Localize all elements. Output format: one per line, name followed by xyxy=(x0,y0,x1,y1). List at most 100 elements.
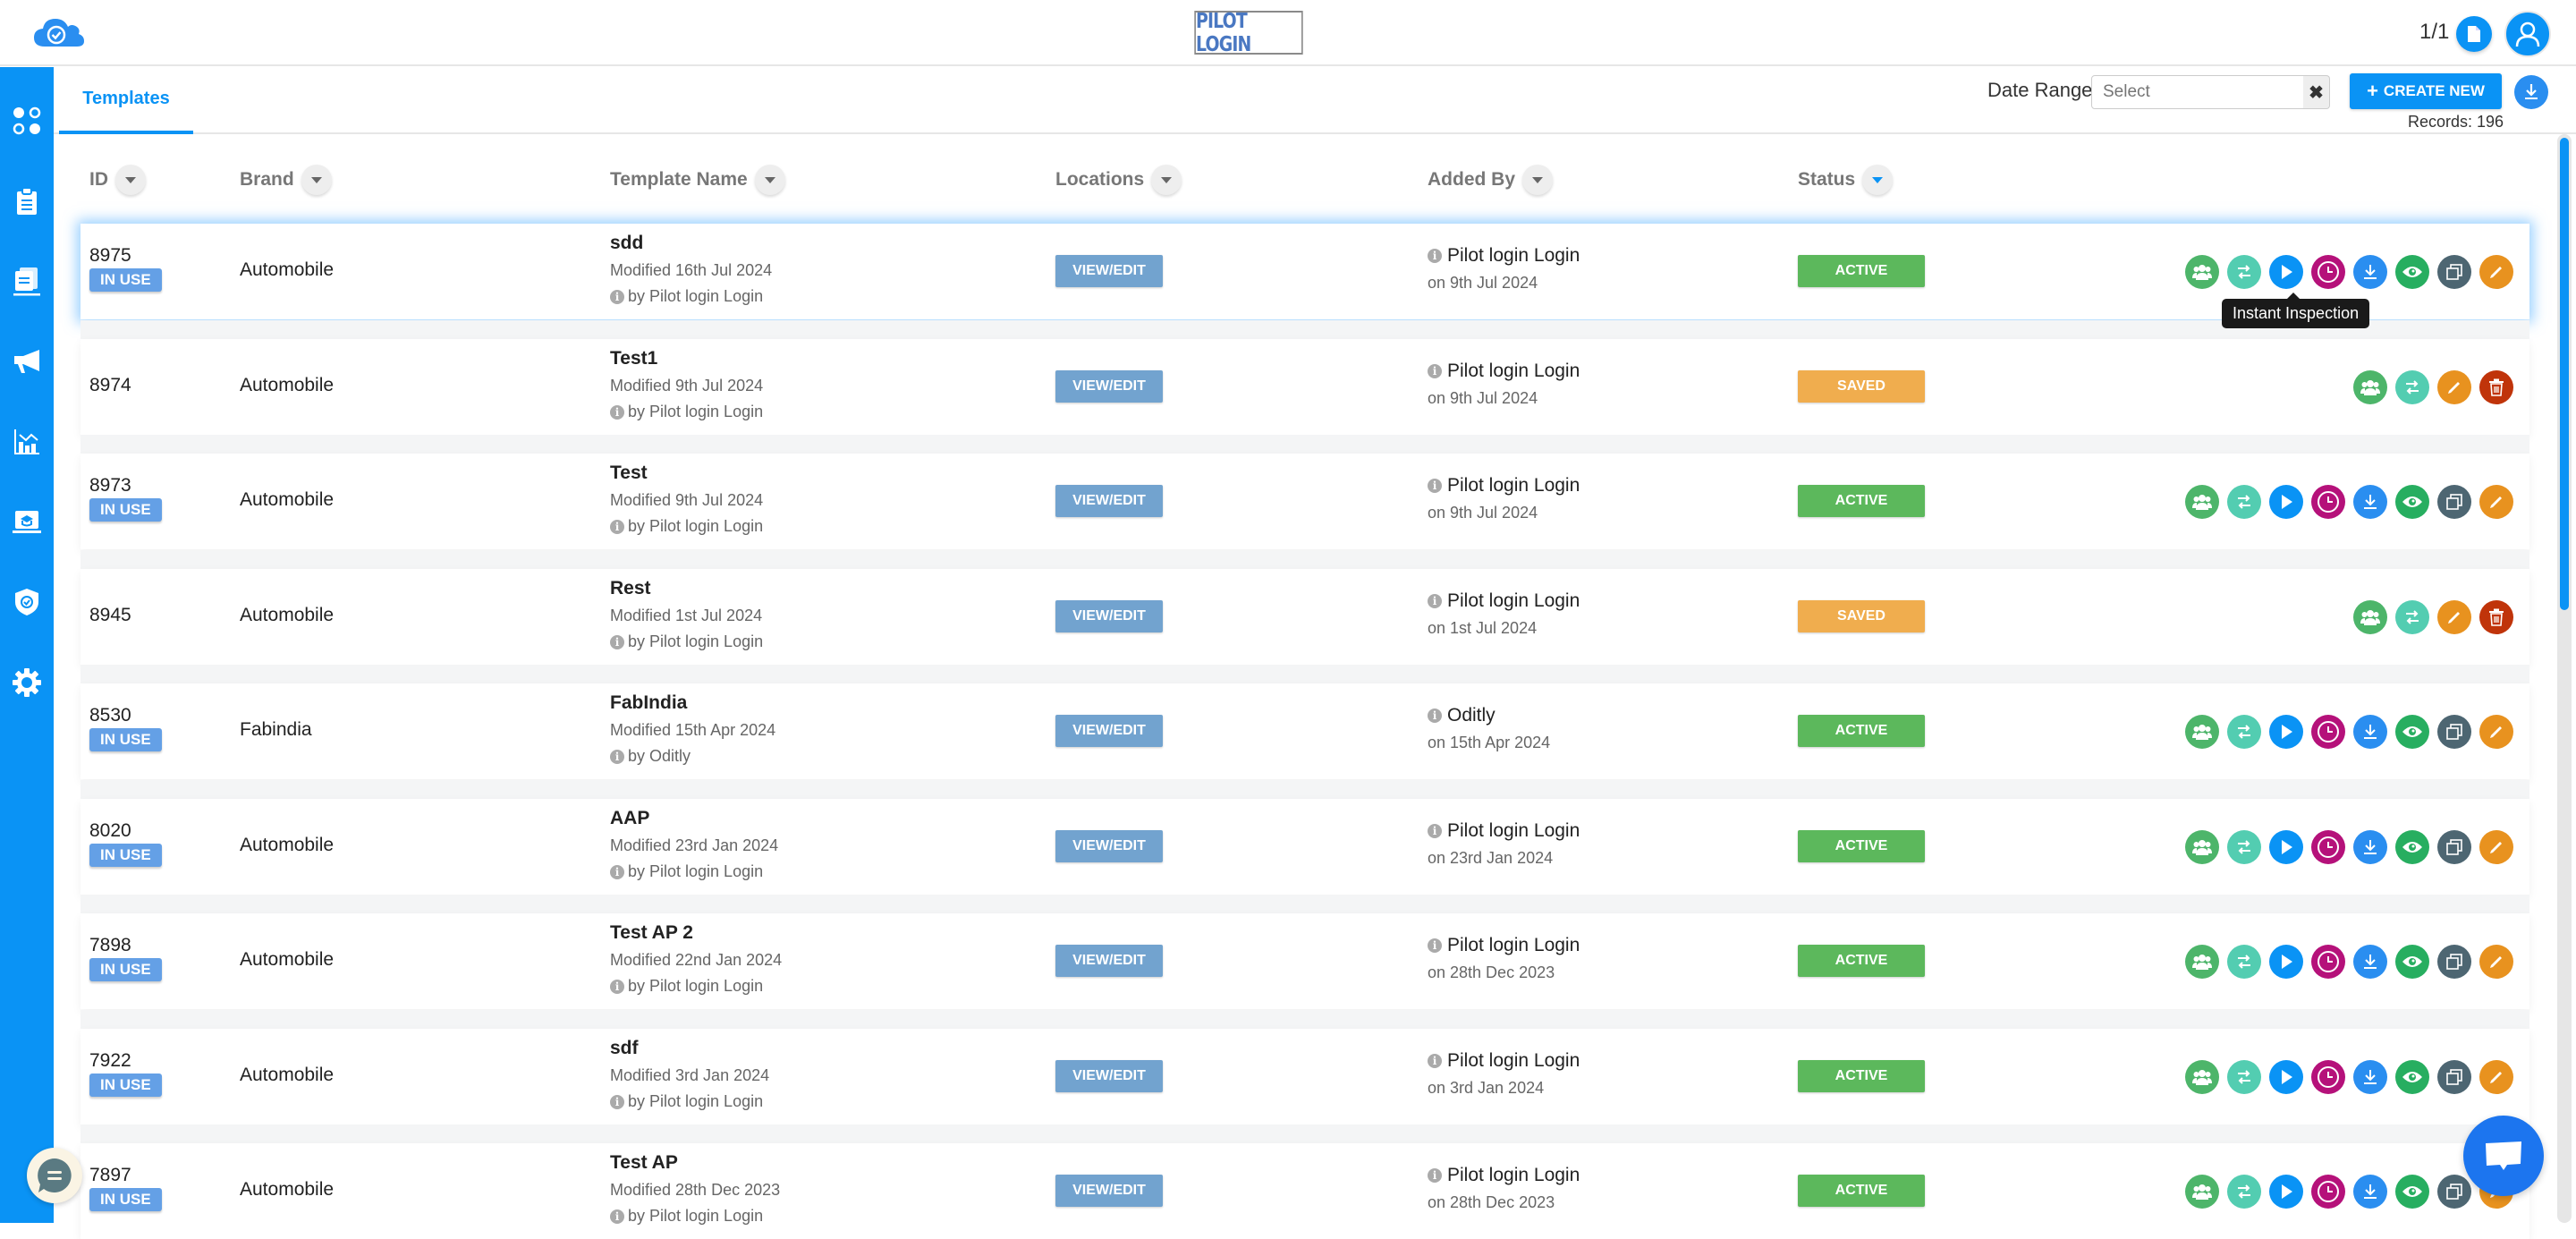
transfer-button[interactable] xyxy=(2227,485,2261,519)
edit-button[interactable] xyxy=(2479,715,2513,749)
instant-inspection-button[interactable] xyxy=(2269,715,2303,749)
sidebar-item-dashboard[interactable] xyxy=(0,94,54,148)
preview-button[interactable] xyxy=(2395,715,2429,749)
view-edit-locations-button[interactable]: VIEW/EDIT xyxy=(1055,255,1163,287)
sort-locations-button[interactable] xyxy=(1151,165,1182,195)
sort-template-name-button[interactable] xyxy=(754,165,785,195)
assign-users-button[interactable] xyxy=(2185,485,2219,519)
info-icon[interactable]: i xyxy=(610,864,624,879)
preview-button[interactable] xyxy=(2395,255,2429,289)
info-icon[interactable]: i xyxy=(1428,824,1442,838)
preview-button[interactable] xyxy=(2395,1060,2429,1094)
assign-users-button[interactable] xyxy=(2353,370,2387,404)
info-icon[interactable]: i xyxy=(610,519,624,534)
table-row[interactable]: 8020 IN USE Automobile AAP Modified 23rd… xyxy=(80,799,2529,895)
sort-id-button[interactable] xyxy=(115,165,146,195)
info-icon[interactable]: i xyxy=(610,979,624,994)
edit-button[interactable] xyxy=(2479,1060,2513,1094)
transfer-button[interactable] xyxy=(2227,945,2261,979)
info-icon[interactable]: i xyxy=(1428,364,1442,378)
duplicate-button[interactable] xyxy=(2437,1060,2471,1094)
preview-button[interactable] xyxy=(2395,945,2429,979)
info-icon[interactable]: i xyxy=(610,1209,624,1224)
transfer-button[interactable] xyxy=(2395,600,2429,634)
instant-inspection-button[interactable] xyxy=(2269,255,2303,289)
sort-brand-button[interactable] xyxy=(301,165,332,195)
info-icon[interactable]: i xyxy=(1428,479,1442,493)
duplicate-button[interactable] xyxy=(2437,715,2471,749)
create-new-button[interactable]: + CREATE NEW xyxy=(2350,73,2502,109)
schedule-button[interactable] xyxy=(2311,1175,2345,1209)
template-name[interactable]: AAP xyxy=(610,808,778,829)
edit-button[interactable] xyxy=(2437,370,2471,404)
sidebar-item-analytics[interactable] xyxy=(0,415,54,469)
transfer-button[interactable] xyxy=(2227,1175,2261,1209)
table-row[interactable]: 8530 IN USE Fabindia FabIndia Modified 1… xyxy=(80,683,2529,779)
edit-button[interactable] xyxy=(2479,255,2513,289)
assign-users-button[interactable] xyxy=(2185,715,2219,749)
duplicate-button[interactable] xyxy=(2437,1175,2471,1209)
transfer-button[interactable] xyxy=(2227,830,2261,864)
table-row[interactable]: 7922 IN USE Automobile sdf Modified 3rd … xyxy=(80,1029,2529,1124)
sidebar-item-clipboard[interactable] xyxy=(0,174,54,228)
table-row[interactable]: 7898 IN USE Automobile Test AP 2 Modifie… xyxy=(80,913,2529,1009)
template-name[interactable]: FabIndia xyxy=(610,692,775,714)
instant-inspection-button[interactable] xyxy=(2269,830,2303,864)
download-button[interactable] xyxy=(2353,830,2387,864)
view-edit-locations-button[interactable]: VIEW/EDIT xyxy=(1055,715,1163,747)
download-button[interactable] xyxy=(2353,945,2387,979)
preview-button[interactable] xyxy=(2395,1175,2429,1209)
download-button[interactable] xyxy=(2353,485,2387,519)
view-edit-locations-button[interactable]: VIEW/EDIT xyxy=(1055,945,1163,977)
edit-button[interactable] xyxy=(2479,830,2513,864)
duplicate-button[interactable] xyxy=(2437,255,2471,289)
view-edit-locations-button[interactable]: VIEW/EDIT xyxy=(1055,370,1163,403)
template-name[interactable]: sdd xyxy=(610,233,772,254)
info-icon[interactable]: i xyxy=(1428,1168,1442,1183)
template-name[interactable]: Test AP xyxy=(610,1152,780,1174)
info-icon[interactable]: i xyxy=(1428,594,1442,608)
template-name[interactable]: Rest xyxy=(610,578,763,599)
table-row[interactable]: 8973 IN USE Automobile Test Modified 9th… xyxy=(80,454,2529,549)
schedule-button[interactable] xyxy=(2311,255,2345,289)
template-name[interactable]: Test1 xyxy=(610,348,763,369)
delete-button[interactable] xyxy=(2479,370,2513,404)
info-icon[interactable]: i xyxy=(1428,938,1442,953)
view-edit-locations-button[interactable]: VIEW/EDIT xyxy=(1055,600,1163,632)
scrollbar-thumb[interactable] xyxy=(2560,138,2569,610)
template-name[interactable]: sdf xyxy=(610,1038,769,1059)
clear-date-button[interactable]: ✖ xyxy=(2303,75,2330,109)
assign-users-button[interactable] xyxy=(2185,830,2219,864)
edit-button[interactable] xyxy=(2479,485,2513,519)
schedule-button[interactable] xyxy=(2311,715,2345,749)
sort-status-button[interactable] xyxy=(1862,165,1894,195)
sidebar-item-templates[interactable] xyxy=(0,254,54,308)
tab-templates[interactable]: Templates xyxy=(59,67,193,134)
transfer-button[interactable] xyxy=(2227,715,2261,749)
sidebar-item-settings[interactable] xyxy=(0,656,54,709)
cloud-check-icon[interactable] xyxy=(32,16,86,50)
transfer-button[interactable] xyxy=(2395,370,2429,404)
duplicate-button[interactable] xyxy=(2437,485,2471,519)
sidebar-item-security[interactable] xyxy=(0,575,54,629)
download-button[interactable] xyxy=(2353,1175,2387,1209)
schedule-button[interactable] xyxy=(2311,1060,2345,1094)
info-icon[interactable]: i xyxy=(1428,709,1442,723)
info-icon[interactable]: i xyxy=(610,404,624,420)
assign-users-button[interactable] xyxy=(2353,600,2387,634)
assign-users-button[interactable] xyxy=(2185,1060,2219,1094)
preview-button[interactable] xyxy=(2395,485,2429,519)
info-icon[interactable]: i xyxy=(610,634,624,649)
transfer-button[interactable] xyxy=(2227,1060,2261,1094)
edit-button[interactable] xyxy=(2479,945,2513,979)
download-button[interactable] xyxy=(2353,715,2387,749)
schedule-button[interactable] xyxy=(2311,945,2345,979)
table-row[interactable]: 8974 Automobile Test1 Modified 9th Jul 2… xyxy=(80,339,2529,435)
sort-added-by-button[interactable] xyxy=(1522,165,1554,195)
table-row[interactable]: 8945 Automobile Rest Modified 1st Jul 20… xyxy=(80,569,2529,665)
duplicate-button[interactable] xyxy=(2437,945,2471,979)
delete-button[interactable] xyxy=(2479,600,2513,634)
info-icon[interactable]: i xyxy=(610,749,624,764)
duplicate-button[interactable] xyxy=(2437,830,2471,864)
support-chat-button[interactable] xyxy=(2463,1116,2544,1196)
